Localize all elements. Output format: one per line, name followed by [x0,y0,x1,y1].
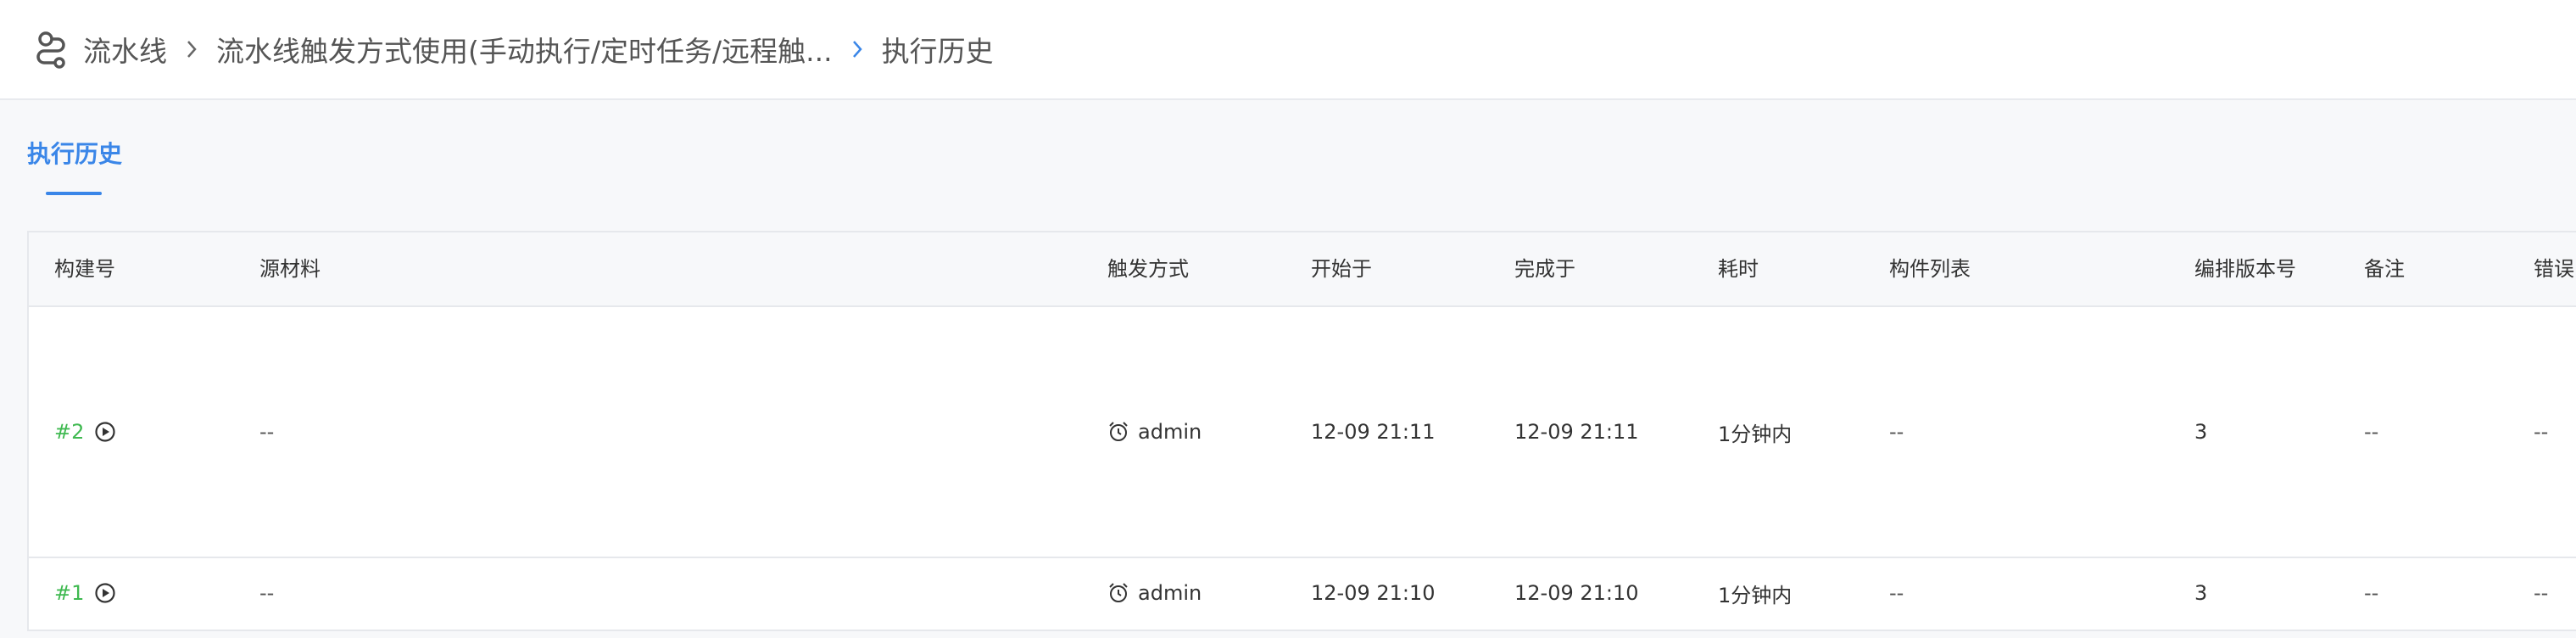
finish-cell: 12-09 21:10 [1514,581,1639,605]
column-header-artifacts: 构件列表 [1889,257,1971,281]
column-header-build: 构建号 [54,257,115,281]
trigger-cell: admin [1107,307,1202,557]
version-cell: 3 [2194,420,2208,444]
chevron-right-icon [186,39,198,59]
build-cell: #2 [54,307,116,557]
error-cell: -- [2534,581,2549,605]
column-header-version: 编排版本号 [2194,257,2296,281]
duration-cell: 1分钟内 [1718,583,1793,607]
build-number-link[interactable]: #2 [54,420,84,444]
source-cell: -- [259,581,275,605]
duration-cell: 1分钟内 [1718,422,1793,446]
source-cell: -- [259,420,275,444]
column-header-start: 开始于 [1311,257,1372,281]
trigger-user: admin [1138,581,1202,605]
tab-execution-history[interactable]: 执行历史 [27,136,122,170]
column-header-error: 错误 [2534,257,2574,281]
tab-active-indicator [46,192,102,195]
note-cell: -- [2364,420,2379,444]
breadcrumb-item-history: 执行历史 [881,35,994,68]
column-header-source: 源材料 [259,257,321,281]
chevron-right-icon [851,39,863,59]
run-status-icon[interactable] [94,421,116,443]
top-bar: 流水线 流水线触发方式使用(手动执行/定时任务/远程触... 执行历史 [0,0,2576,100]
column-header-trigger: 触发方式 [1107,257,1189,281]
column-header-note: 备注 [2364,257,2405,281]
table-row: #1 -- admin 12-09 21:10 12-09 21:10 1分钟内… [29,558,2576,628]
start-cell: 12-09 21:10 [1311,581,1436,605]
column-header-duration: 耗时 [1718,257,1759,281]
breadcrumb-item-pipeline-detail[interactable]: 流水线触发方式使用(手动执行/定时任务/远程触... [216,29,833,70]
table-row: #2 -- admin 12-09 21:11 12-09 21:11 1分钟内… [29,307,2576,558]
trigger-user: admin [1138,420,1202,444]
alarm-clock-icon [1107,582,1129,604]
artifacts-cell: -- [1889,581,1904,605]
start-cell: 12-09 21:11 [1311,420,1436,444]
column-header-finish: 完成于 [1514,257,1575,281]
build-number-link[interactable]: #1 [54,581,84,605]
table-header: 构建号 源材料 触发方式 开始于 完成于 耗时 构件列表 编排版本号 备注 错误 [29,232,2576,307]
error-cell: -- [2534,420,2549,444]
run-status-icon[interactable] [94,582,116,604]
artifacts-cell: -- [1889,420,1904,444]
alarm-clock-icon [1107,421,1129,443]
breadcrumb: 流水线 流水线触发方式使用(手动执行/定时任务/远程触... 执行历史 [83,0,994,98]
version-cell: 3 [2194,581,2208,605]
finish-cell: 12-09 21:11 [1514,420,1639,444]
pipeline-icon [34,29,68,70]
build-cell: #1 [54,558,116,628]
note-cell: -- [2364,581,2379,605]
history-table: 构建号 源材料 触发方式 开始于 完成于 耗时 构件列表 编排版本号 备注 错误… [27,231,2576,631]
trigger-cell: admin [1107,558,1202,628]
breadcrumb-item-pipeline[interactable]: 流水线 [83,29,167,70]
